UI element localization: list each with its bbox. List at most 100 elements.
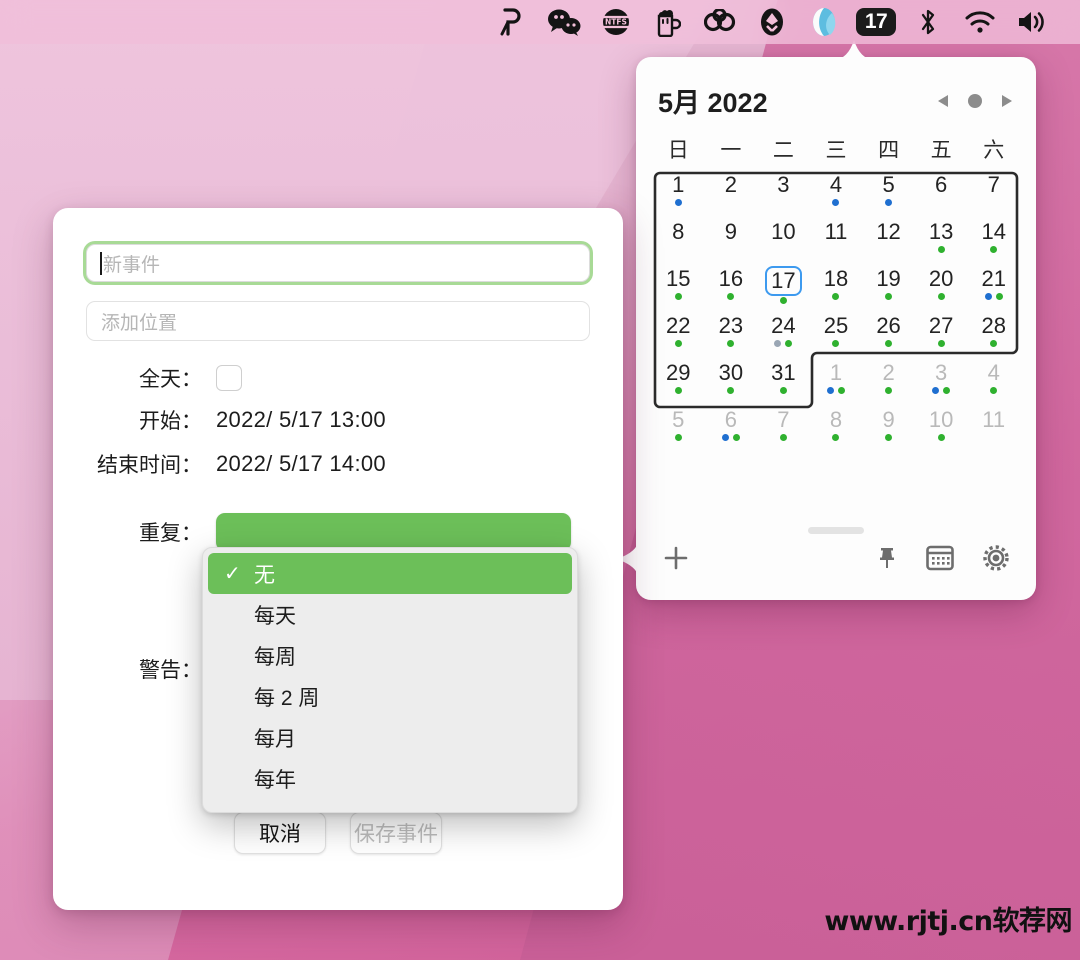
event-dots [727, 293, 735, 302]
calendar-day-24[interactable]: 24 [757, 311, 810, 358]
calendar-day-14[interactable]: 14 [967, 217, 1020, 264]
calendar-day-20[interactable]: 20 [915, 264, 968, 311]
beer-icon[interactable] [642, 0, 694, 44]
end-datetime-value[interactable]: 2022/ 5/17 14:00 [216, 451, 386, 477]
event-dots [832, 340, 840, 349]
event-dots [832, 199, 840, 208]
gear-icon[interactable] [982, 544, 1010, 572]
all-day-checkbox[interactable] [216, 365, 242, 391]
calendar-day-15[interactable]: 15 [652, 264, 705, 311]
calendar-navigation [936, 93, 1014, 109]
calendar-day-23[interactable]: 23 [705, 311, 758, 358]
event-title-input[interactable]: 新事件 [86, 244, 590, 282]
calendar-day-1[interactable]: 1 [810, 358, 863, 405]
calendar-day-13[interactable]: 13 [915, 217, 968, 264]
day-number: 27 [928, 313, 954, 338]
event-dot [727, 387, 735, 394]
day-number: 15 [666, 266, 691, 291]
day-number: 10 [928, 407, 954, 432]
calendar-day-2[interactable]: 2 [705, 170, 758, 217]
weekday-label: 日 [667, 139, 689, 162]
event-dot [885, 340, 893, 347]
event-dot [774, 340, 782, 347]
repeat-option-4[interactable]: 每月 [208, 717, 572, 758]
calendar-day-26[interactable]: 26 [862, 311, 915, 358]
calendar-month-title: 5月 2022 [658, 88, 768, 118]
wechat-icon[interactable] [538, 0, 590, 44]
calendar-day-2[interactable]: 2 [862, 358, 915, 405]
ntfs-icon[interactable]: NTFS [590, 0, 642, 44]
flower-icon[interactable] [746, 0, 798, 44]
calendar-day-9[interactable]: 9 [862, 405, 915, 452]
repeat-option-0[interactable]: ✓ 无 [208, 553, 572, 594]
prev-month-button[interactable] [936, 93, 950, 109]
add-event-button[interactable] [662, 544, 690, 572]
date-badge[interactable]: 17 [850, 0, 902, 44]
pin-icon[interactable] [876, 546, 898, 570]
next-month-button[interactable] [1000, 93, 1014, 109]
repeat-option-3[interactable]: 每 2 周 [208, 676, 572, 717]
day-number: 20 [928, 266, 954, 291]
calendar-day-22[interactable]: 22 [652, 311, 705, 358]
calendar-day-25[interactable]: 25 [810, 311, 863, 358]
calendar-day-27[interactable]: 27 [915, 311, 968, 358]
calendar-day-28[interactable]: 28 [967, 311, 1020, 358]
calendar-day-3[interactable]: 3 [757, 170, 810, 217]
volume-icon[interactable] [1006, 0, 1058, 44]
calendar-day-10[interactable]: 10 [915, 405, 968, 452]
event-location-input[interactable]: 添加位置 [86, 301, 590, 341]
day-number: 5 [672, 407, 685, 432]
calendar-day-18[interactable]: 18 [810, 264, 863, 311]
calendar-day-8[interactable]: 8 [652, 217, 705, 264]
calendar-day-16[interactable]: 16 [705, 264, 758, 311]
start-datetime-value[interactable]: 2022/ 5/17 13:00 [216, 407, 386, 433]
calendar-day-21[interactable]: 21 [967, 264, 1020, 311]
day-number: 17 [765, 266, 802, 296]
weekday-label: 三 [825, 139, 847, 162]
calendar-day-11[interactable]: 11 [810, 217, 863, 264]
calendar-day-8[interactable]: 8 [810, 405, 863, 452]
calendar-day-12[interactable]: 12 [862, 217, 915, 264]
check-icon: ✓ [224, 563, 241, 585]
calendar-day-3[interactable]: 3 [915, 358, 968, 405]
pixelmator-icon[interactable] [486, 0, 538, 44]
calendar-day-5[interactable]: 5 [652, 405, 705, 452]
calendar-icon[interactable] [926, 545, 954, 571]
event-dot [721, 434, 729, 441]
repeat-select[interactable] [216, 513, 571, 551]
cloud-icon[interactable] [694, 0, 746, 44]
repeat-option-5[interactable]: 每年 [208, 758, 572, 799]
calendar-day-7[interactable]: 7 [967, 170, 1020, 217]
calendar-day-6[interactable]: 6 [705, 405, 758, 452]
calendar-day-29[interactable]: 29 [652, 358, 705, 405]
calendar-day-9[interactable]: 9 [705, 217, 758, 264]
calendar-day-4[interactable]: 4 [967, 358, 1020, 405]
calendar-day-6[interactable]: 6 [915, 170, 968, 217]
calendar-day-11[interactable]: 11 [967, 405, 1020, 452]
calendar-day-5[interactable]: 5 [862, 170, 915, 217]
calendar-day-7[interactable]: 7 [757, 405, 810, 452]
bluetooth-icon[interactable] [902, 0, 954, 44]
calendar-day-19[interactable]: 19 [862, 264, 915, 311]
repeat-option-2[interactable]: 每周 [208, 635, 572, 676]
wave-icon[interactable] [798, 0, 850, 44]
calendar-day-17[interactable]: 17 [757, 264, 810, 311]
repeat-option-1[interactable]: 每天 [208, 594, 572, 635]
event-dot [832, 340, 840, 347]
event-dot [674, 340, 682, 347]
calendar-day-31[interactable]: 31 [757, 358, 810, 405]
cancel-button[interactable]: 取消 [234, 812, 326, 854]
calendar-day-10[interactable]: 10 [757, 217, 810, 264]
calendar-day-1[interactable]: 1 [652, 170, 705, 217]
day-number: 25 [823, 313, 849, 338]
repeat-label: 重复： [139, 522, 202, 545]
day-number: 2 [882, 360, 895, 385]
event-dot [832, 293, 840, 300]
wifi-icon[interactable] [954, 0, 1006, 44]
today-button[interactable] [967, 93, 983, 109]
calendar-day-30[interactable]: 30 [705, 358, 758, 405]
event-dot [885, 199, 893, 206]
calendar-day-4[interactable]: 4 [810, 170, 863, 217]
save-event-button[interactable]: 保存事件 [350, 812, 442, 854]
event-dot [826, 387, 834, 394]
